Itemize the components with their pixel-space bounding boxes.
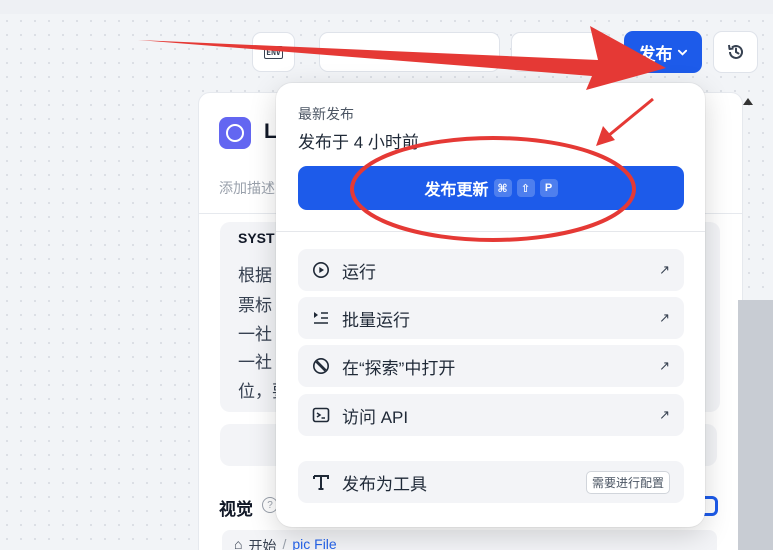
env-icon: ENV [264, 45, 283, 59]
env-button[interactable]: ENV [252, 32, 295, 72]
explore-icon [312, 357, 330, 375]
menu-item-label: 访问 API [342, 407, 409, 427]
dropdown-divider [276, 231, 705, 232]
menu-item-label: 批量运行 [342, 310, 410, 330]
menu-item-label: 发布为工具 [342, 474, 427, 494]
shift-key: ⇧ [516, 179, 535, 197]
system-line: 票标 [238, 296, 272, 315]
publish-button[interactable]: 发布 [624, 31, 702, 73]
app-title: L [264, 120, 277, 143]
external-link-icon: ↗ [659, 310, 670, 325]
cmd-key: ⌘ [493, 179, 512, 197]
publish-update-button[interactable]: 发布更新 ⌘ ⇧ P [298, 166, 684, 210]
toolbar-button-secondary[interactable] [511, 32, 611, 72]
vision-label: 视觉 [219, 500, 253, 519]
terminal-icon [312, 406, 330, 424]
p-key: P [539, 179, 558, 197]
vision-toggle[interactable] [704, 496, 718, 516]
variable-breadcrumb[interactable]: ⌂ 开始 / pic File [222, 530, 717, 550]
tool-icon [312, 473, 330, 491]
breadcrumb-start: 开始 [248, 538, 277, 550]
published-time: 发布于 4 小时前 [298, 133, 419, 152]
scroll-up-icon[interactable] [743, 98, 753, 105]
home-icon: ⌂ [234, 536, 243, 550]
chevron-down-icon [677, 49, 687, 56]
system-line: 根据 [238, 266, 272, 285]
play-circle-icon [312, 261, 330, 279]
menu-item-batch-run[interactable]: 批量运行 ↗ [298, 297, 684, 339]
external-link-icon: ↗ [659, 407, 670, 422]
history-button[interactable] [713, 31, 758, 73]
toolbar-button[interactable] [319, 32, 500, 72]
system-label: SYST [238, 230, 275, 246]
menu-item-label: 运行 [342, 262, 376, 282]
menu-item-publish-as-tool[interactable]: 发布为工具 需要进行配置 [298, 461, 684, 503]
breadcrumb-file: pic File [292, 536, 337, 550]
publish-label: 发布 [638, 44, 673, 64]
external-link-icon: ↗ [659, 358, 670, 373]
app-logo [219, 117, 251, 149]
external-link-icon: ↗ [659, 262, 670, 277]
latest-publish-label: 最新发布 [298, 106, 354, 122]
menu-item-run[interactable]: 运行 ↗ [298, 249, 684, 291]
config-required-badge: 需要进行配置 [585, 470, 670, 494]
system-line: 一社 [238, 325, 272, 344]
breadcrumb-separator: / [282, 536, 287, 550]
top-bar [0, 0, 773, 14]
system-line: 一社 [238, 353, 272, 372]
menu-item-api[interactable]: 访问 API ↗ [298, 394, 684, 436]
batch-run-icon [312, 309, 330, 327]
description-field[interactable]: 添加描述 [219, 178, 275, 198]
menu-item-explore[interactable]: 在“探索”中打开 ↗ [298, 345, 684, 387]
history-icon [727, 44, 743, 59]
menu-item-label: 在“探索”中打开 [342, 358, 456, 378]
scrollbar-thumb[interactable] [738, 300, 773, 550]
publish-update-label: 发布更新 [424, 182, 489, 199]
